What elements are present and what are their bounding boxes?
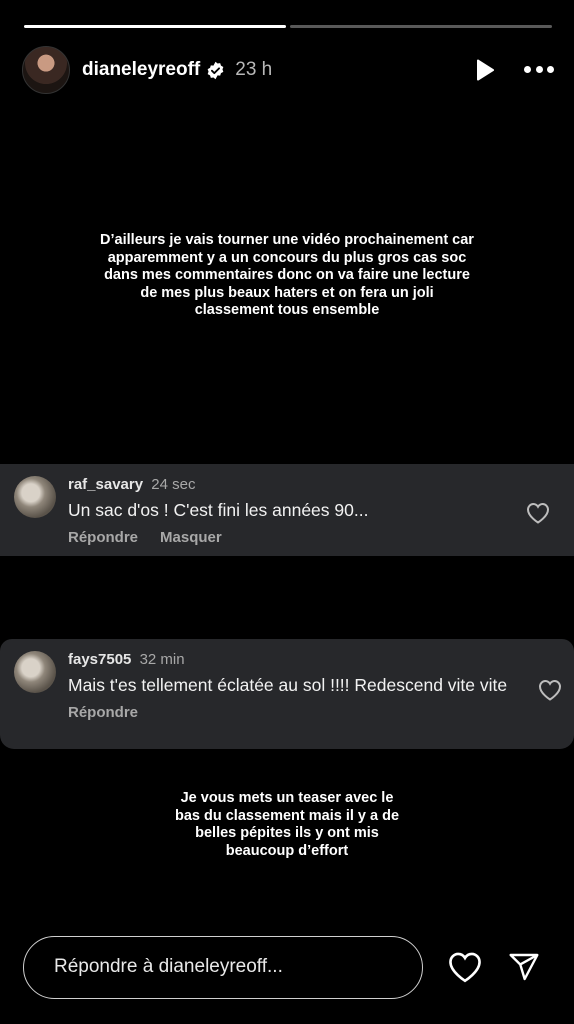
progress-segment-2: [290, 25, 552, 28]
comment-username[interactable]: raf_savary: [68, 476, 143, 493]
avatar[interactable]: [22, 46, 70, 94]
more-options-icon[interactable]: [524, 66, 554, 74]
reply-button[interactable]: Répondre: [68, 529, 138, 546]
username[interactable]: dianeleyreoff: [82, 59, 200, 81]
like-heart-icon[interactable]: [538, 679, 562, 701]
comment-avatar[interactable]: [14, 651, 56, 693]
story-caption-top: D’ailleurs je vais tourner une vidéo pro…: [100, 232, 474, 318]
comment-username[interactable]: fays7505: [68, 651, 131, 668]
story-caption-bottom: Je vous mets un teaser avec le bas du cl…: [174, 790, 400, 859]
comment-time: 32 min: [139, 651, 185, 668]
story-time: 23 h: [235, 59, 273, 80]
story-header: dianeleyreoff 23 h: [22, 44, 554, 96]
story-progress-bar: [24, 25, 552, 29]
story-footer: Répondre à dianeleyreoff...: [23, 935, 552, 999]
hide-button[interactable]: Masquer: [160, 529, 222, 546]
comment-text: Mais t'es tellement éclatée au sol !!!! …: [68, 675, 508, 695]
comment-card-2: fays7505 32 min Mais t'es tellement écla…: [0, 639, 574, 749]
comment-text: Un sac d'os ! C'est fini les années 90..…: [68, 500, 369, 520]
comment-avatar[interactable]: [14, 476, 56, 518]
reply-input[interactable]: Répondre à dianeleyreoff...: [23, 935, 423, 999]
reply-button[interactable]: Répondre: [68, 704, 138, 721]
like-heart-icon[interactable]: [447, 951, 483, 983]
verified-badge-icon: [207, 61, 224, 79]
comment-card-1: raf_savary 24 sec Un sac d'os ! C'est fi…: [0, 464, 574, 556]
progress-segment-1: [24, 25, 286, 28]
play-icon[interactable]: [472, 58, 496, 82]
comment-time: 24 sec: [151, 476, 196, 493]
send-icon[interactable]: [507, 951, 541, 983]
like-heart-icon[interactable]: [526, 502, 550, 524]
